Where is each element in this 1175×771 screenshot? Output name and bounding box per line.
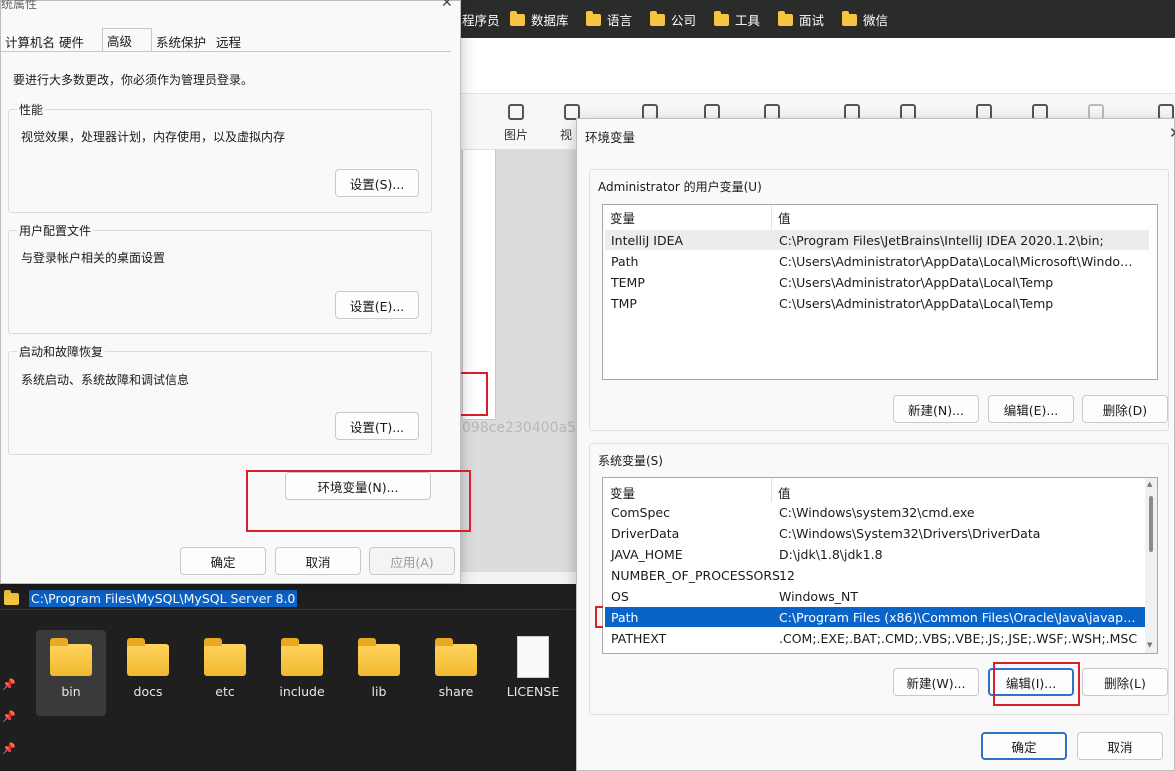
list-item[interactable]: ComSpec C:\Windows\system32\cmd.exe [605, 502, 1145, 522]
tab-divider [1, 51, 451, 52]
tab-remote[interactable]: 远程 [212, 30, 245, 51]
folder-icon [650, 10, 665, 26]
environment-variables-dialog: 环境变量 ✕ Administrator 的用户变量(U) 变量 值 Intel… [576, 118, 1175, 771]
list-item-selected[interactable]: Path C:\Program Files (x86)\Common Files… [605, 607, 1149, 627]
dialog-title: 环境变量 [585, 130, 636, 145]
list-item[interactable]: JAVA_HOME D:\jdk\1.8\jdk1.8 [605, 544, 1145, 564]
bookmark-wechat[interactable]: 微信 [842, 10, 888, 29]
column-header-variable[interactable]: 变量 [610, 208, 635, 227]
startup-settings-button[interactable]: 设置(T)... [335, 412, 419, 440]
list-item[interactable]: TMP C:\Users\Administrator\AppData\Local… [605, 293, 1149, 313]
user-variables-title: Administrator 的用户变量(U) [598, 180, 762, 194]
dialog-title: 统属性 [1, 0, 38, 11]
folder-icon [510, 10, 525, 26]
toolbar-images-label: 图片 [504, 128, 529, 142]
performance-group: 性能 视觉效果，处理器计划，内存使用，以及虚拟内存 设置(S)... [8, 101, 432, 213]
file-item-license[interactable]: LICENSE [498, 630, 568, 716]
folder-icon [435, 638, 477, 676]
toolbar-video-label: 视 [560, 128, 573, 142]
bookmark-interview[interactable]: 面试 [778, 10, 824, 29]
system-variables-title: 系统变量(S) [598, 454, 663, 468]
cancel-button[interactable]: 取消 [275, 547, 361, 575]
folder-item-docs[interactable]: docs [113, 630, 183, 716]
user-new-button[interactable]: 新建(N)... [893, 395, 979, 423]
tab-advanced[interactable]: 高级 [102, 28, 152, 51]
folder-icon [842, 10, 857, 26]
bookmark-language[interactable]: 语言 [586, 10, 632, 29]
user-delete-button[interactable]: 删除(D) [1082, 395, 1168, 423]
folder-icon [50, 638, 92, 676]
watermark-text: 098ce230400a55 [462, 420, 576, 436]
folder-icon [4, 589, 19, 605]
folder-item-share[interactable]: share [421, 630, 491, 716]
image-icon[interactable] [508, 104, 524, 120]
folder-item-etc[interactable]: etc [190, 630, 260, 716]
annotation-box [993, 662, 1080, 706]
folder-icon [714, 10, 729, 26]
system-delete-button[interactable]: 删除(L) [1082, 668, 1168, 696]
system-variables-panel: 系统变量(S) 变量 值 ComSpec C:\Windows\system32… [589, 443, 1169, 715]
system-properties-dialog: 统属性 ✕ 计算机名 硬件 高级 系统保护 远程 要进行大多数更改，你必须作为管… [0, 0, 471, 584]
admin-notice: 要进行大多数更改，你必须作为管理员登录。 [13, 73, 254, 87]
system-new-button[interactable]: 新建(W)... [893, 668, 979, 696]
folder-icon [281, 638, 323, 676]
column-header-variable[interactable]: 变量 [610, 483, 635, 502]
cancel-button[interactable]: 取消 [1077, 732, 1163, 760]
folder-icon [778, 10, 793, 26]
tab-hardware[interactable]: 硬件 [55, 30, 88, 51]
user-edit-button[interactable]: 编辑(E)... [988, 395, 1074, 423]
scroll-up-icon[interactable]: ▲ [1147, 480, 1152, 488]
file-icon [517, 636, 549, 678]
annotation-box [595, 606, 603, 628]
address-bar-area [460, 38, 1175, 94]
pin-icon[interactable]: 📌 [2, 678, 16, 691]
user-variables-list[interactable]: 变量 值 IntelliJ IDEA C:\Program Files\JetB… [602, 204, 1158, 380]
user-variables-panel: Administrator 的用户变量(U) 变量 值 IntelliJ IDE… [589, 169, 1169, 431]
folder-item-lib[interactable]: lib [344, 630, 414, 716]
apply-button[interactable]: 应用(A) [369, 547, 455, 575]
explorer-path-bar[interactable]: C:\Program Files\MySQL\MySQL Server 8.0 [0, 588, 576, 610]
annotation-box [246, 470, 471, 532]
pin-icon[interactable]: 📌 [2, 742, 16, 755]
close-icon[interactable]: ✕ [441, 0, 453, 11]
user-profiles-settings-button[interactable]: 设置(E)... [335, 291, 419, 319]
folder-item-bin[interactable]: bin [36, 630, 106, 716]
list-item[interactable]: TEMP C:\Users\Administrator\AppData\Loca… [605, 272, 1149, 292]
folder-icon [204, 638, 246, 676]
folder-icon [586, 10, 601, 26]
bookmark-tools[interactable]: 工具 [714, 10, 760, 29]
file-explorer: C:\Program Files\MySQL\MySQL Server 8.0 … [0, 584, 576, 771]
column-header-value[interactable]: 值 [778, 208, 791, 227]
tab-system-protection[interactable]: 系统保护 [152, 30, 210, 51]
list-item[interactable]: IntelliJ IDEA C:\Program Files\JetBrains… [605, 230, 1149, 250]
scroll-down-icon[interactable]: ▼ [1147, 641, 1152, 649]
folder-icon [358, 638, 400, 676]
folder-icon [127, 638, 169, 676]
tab-computer-name[interactable]: 计算机名 [1, 30, 59, 51]
list-item[interactable]: PATHEXT .COM;.EXE;.BAT;.CMD;.VBS;.VBE;.J… [605, 628, 1145, 648]
path-text[interactable]: C:\Program Files\MySQL\MySQL Server 8.0 [29, 590, 298, 607]
close-icon[interactable]: ✕ [1169, 124, 1175, 142]
list-item[interactable]: NUMBER_OF_PROCESSORS 12 [605, 565, 1145, 585]
bookmark-programmer[interactable]: 程序员 [462, 10, 500, 29]
scroll-thumb[interactable] [1149, 496, 1153, 552]
bookmark-database[interactable]: 数据库 [510, 10, 569, 29]
pin-icon[interactable]: 📌 [2, 710, 16, 723]
scrollbar[interactable]: ▲ ▼ [1145, 478, 1157, 653]
user-profiles-group: 用户配置文件 与登录帐户相关的桌面设置 设置(E)... [8, 222, 432, 334]
ok-button[interactable]: 确定 [180, 547, 266, 575]
performance-settings-button[interactable]: 设置(S)... [335, 169, 419, 197]
system-variables-list[interactable]: 变量 值 ComSpec C:\Windows\system32\cmd.exe… [602, 477, 1158, 654]
list-item[interactable]: DriverData C:\Windows\System32\Drivers\D… [605, 523, 1145, 543]
startup-recovery-group: 启动和故障恢复 系统启动、系统故障和调试信息 设置(T)... [8, 343, 432, 455]
bookmark-company[interactable]: 公司 [650, 10, 696, 29]
ok-button[interactable]: 确定 [981, 732, 1067, 760]
column-header-value[interactable]: 值 [778, 483, 791, 502]
list-item[interactable]: OS Windows_NT [605, 586, 1145, 606]
annotation-box [460, 372, 488, 416]
folder-item-include[interactable]: include [267, 630, 337, 716]
list-item[interactable]: Path C:\Users\Administrator\AppData\Loca… [605, 251, 1149, 271]
